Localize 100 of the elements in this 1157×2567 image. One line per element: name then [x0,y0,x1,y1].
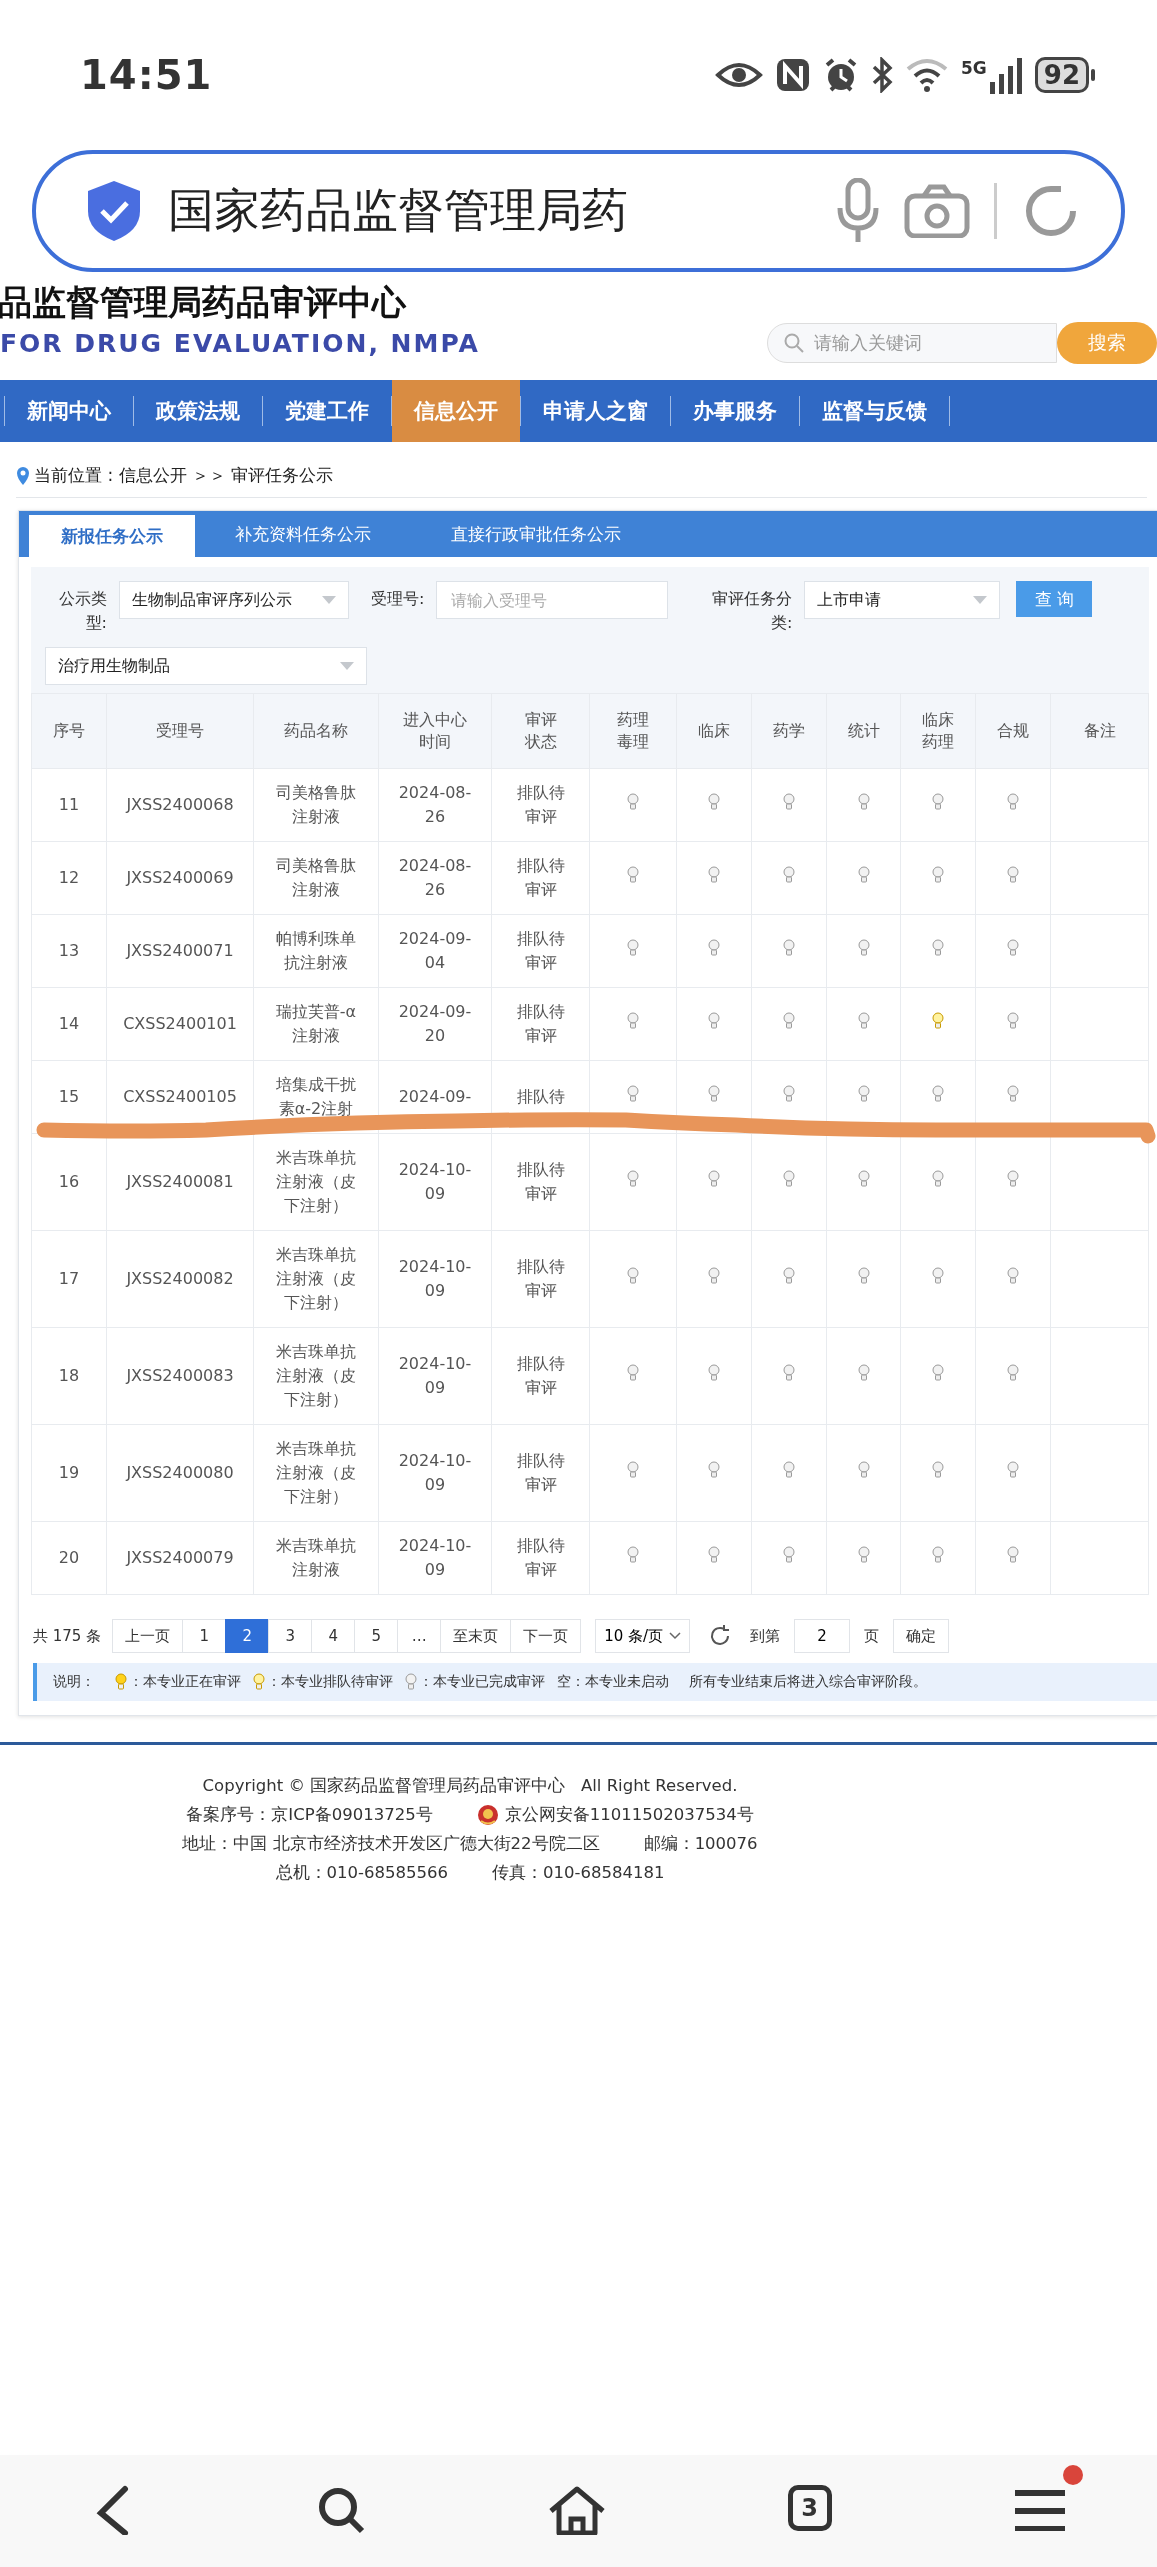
lightbulb-icon [1007,1084,1019,1103]
lightbulb-icon [1007,1545,1019,1564]
lightbulb-icon [627,1266,639,1285]
table-cell: JXSS2400069 [106,841,254,915]
table-cell: 排队待审评 [491,914,590,988]
table-cell: 2024-10-09 [378,1133,492,1231]
dropdown[interactable]: 生物制品审评序列公示 [119,581,349,619]
nav-item[interactable]: 申请人之窗 [521,380,670,442]
lightbulb-icon [708,1011,720,1030]
microphone-icon[interactable] [836,178,880,244]
lightbulb-icon [405,1673,417,1691]
tab[interactable]: 新报任务公示 [29,512,195,557]
lightbulb-icon [932,1460,944,1479]
table-cell: 2024-09- [378,1060,492,1134]
lightbulb-icon [932,938,944,957]
table-cell: 16 [31,1133,107,1231]
lightbulb-icon [708,1169,720,1188]
page-button[interactable]: 1 [182,1619,227,1653]
input-field[interactable]: 请输入受理号 [436,581,669,619]
table-cell: 19 [31,1424,107,1522]
page-number-field[interactable]: 2 [794,1619,851,1653]
column-header: 临床药理 [900,693,976,769]
table-cell: 米吉珠单抗注射液（皮下注射） [253,1424,379,1522]
chevron-icon [669,1632,682,1640]
table-cell: 2024-10-09 [378,1424,492,1522]
table-cell: 司美格鲁肽注射液 [253,768,379,842]
footer-text: 地址：中国 北京市经济技术开发区广德大街22号院二区 [182,1833,600,1855]
tab-count-button[interactable]: 3 [787,2485,832,2531]
lightbulb-icon [932,1363,944,1382]
more-pages-button[interactable]: … [397,1619,442,1653]
table-cell: JXSS2400079 [106,1521,254,1595]
filter-label: 公示类型: [58,588,107,634]
lightbulb-icon [627,1011,639,1030]
page-button[interactable]: 2 [225,1619,270,1653]
table-cell: 2024-10-09 [378,1521,492,1595]
tab[interactable]: 补充资料任务公示 [195,511,411,557]
camera-icon[interactable] [904,184,970,238]
column-header: 统计 [826,693,901,769]
table-cell: CXSS2400101 [106,987,254,1061]
page-button[interactable]: 3 [268,1619,313,1653]
table-cell: 13 [31,914,107,988]
lightbulb-icon [1007,1169,1019,1188]
legend-text: 所有专业结束后将进入综合审评阶段。 [689,1673,927,1691]
nav-item[interactable]: 政策法规 [134,380,262,442]
clock: 14:51 [80,52,214,98]
last-page-button[interactable]: 至末页 [440,1619,512,1653]
filter-label: 受理号: [371,588,425,610]
table-cell: 米吉珠单抗注射液（皮下注射） [253,1230,379,1328]
lightbulb-icon [1007,1011,1019,1030]
next-page-button[interactable]: 下一页 [510,1619,582,1653]
page-button[interactable]: 4 [311,1619,356,1653]
lightbulb-icon [783,1169,795,1188]
table-cell: 帕博利珠单抗注射液 [253,914,379,988]
table-cell: 14 [31,987,107,1061]
column-header: 受理号 [106,693,254,769]
breadcrumb: 当前位置 : 信息公开 ＞＞ 审评任务公示 [34,464,334,487]
lightbulb-icon [783,1545,795,1564]
table-cell: 2024-08-26 [378,841,492,915]
lightbulb-icon [857,1084,870,1103]
page-button[interactable]: 5 [354,1619,399,1653]
footer-text: 邮编：100076 [643,1833,758,1855]
column-header: 序号 [31,693,107,769]
lightbulb-icon [857,1460,870,1479]
dropdown[interactable]: 上市申请 [804,581,1001,619]
lightbulb-icon [1007,1363,1019,1382]
table-cell: 排队待审评 [491,768,590,842]
prev-page-button[interactable]: 上一页 [112,1619,184,1653]
page-size-select[interactable]: 10 条/页 [595,1619,691,1653]
lightbulb-icon [857,938,870,957]
lightbulb-icon [708,865,720,884]
lightbulb-icon [857,1545,870,1564]
footer-text: 京公网安备11011502037534号 [504,1804,754,1826]
footer-text: 备案序号：京ICP备09013725号 [186,1804,433,1826]
lightbulb-icon [627,1545,639,1564]
column-header: 药理毒理 [589,693,677,769]
lightbulb-icon [932,1084,944,1103]
address-bar[interactable]: 国家药品监督管理局药 [32,150,1125,272]
table-cell: 11 [31,768,107,842]
table-cell: 排队待 [491,1060,590,1134]
nav-item[interactable]: 监督与反馈 [800,380,949,442]
lightbulb-icon [783,1084,795,1103]
lightbulb-icon [783,1460,795,1479]
nav-item[interactable]: 办事服务 [671,380,799,442]
copyright-text: Copyright © 国家药品监督管理局药品审评中心 All Right Reserved. [202,1775,738,1797]
table-cell: 排队待审评 [491,987,590,1061]
tab[interactable]: 直接行政审批任务公示 [411,511,661,557]
lightbulb-icon [253,1673,265,1691]
caret-icon [340,662,354,670]
goto-label: 到第 [750,1626,781,1646]
lightbulb-icon [857,1266,870,1285]
nav-item[interactable]: 党建工作 [263,380,391,442]
table-cell: 排队待审评 [491,1133,590,1231]
lightbulb-icon [1007,865,1019,884]
page-title: 国家药品监督管理局药 [168,182,629,239]
confirm-button[interactable]: 确定 [893,1619,950,1653]
column-header: 药品名称 [253,693,379,769]
footer-text: 传真：010-68584181 [492,1862,665,1884]
table-cell: 瑞拉芙普-α注射液 [253,987,379,1061]
nav-item[interactable]: 新闻中心 [5,380,133,442]
dropdown[interactable]: 治疗用生物制品 [45,647,367,685]
